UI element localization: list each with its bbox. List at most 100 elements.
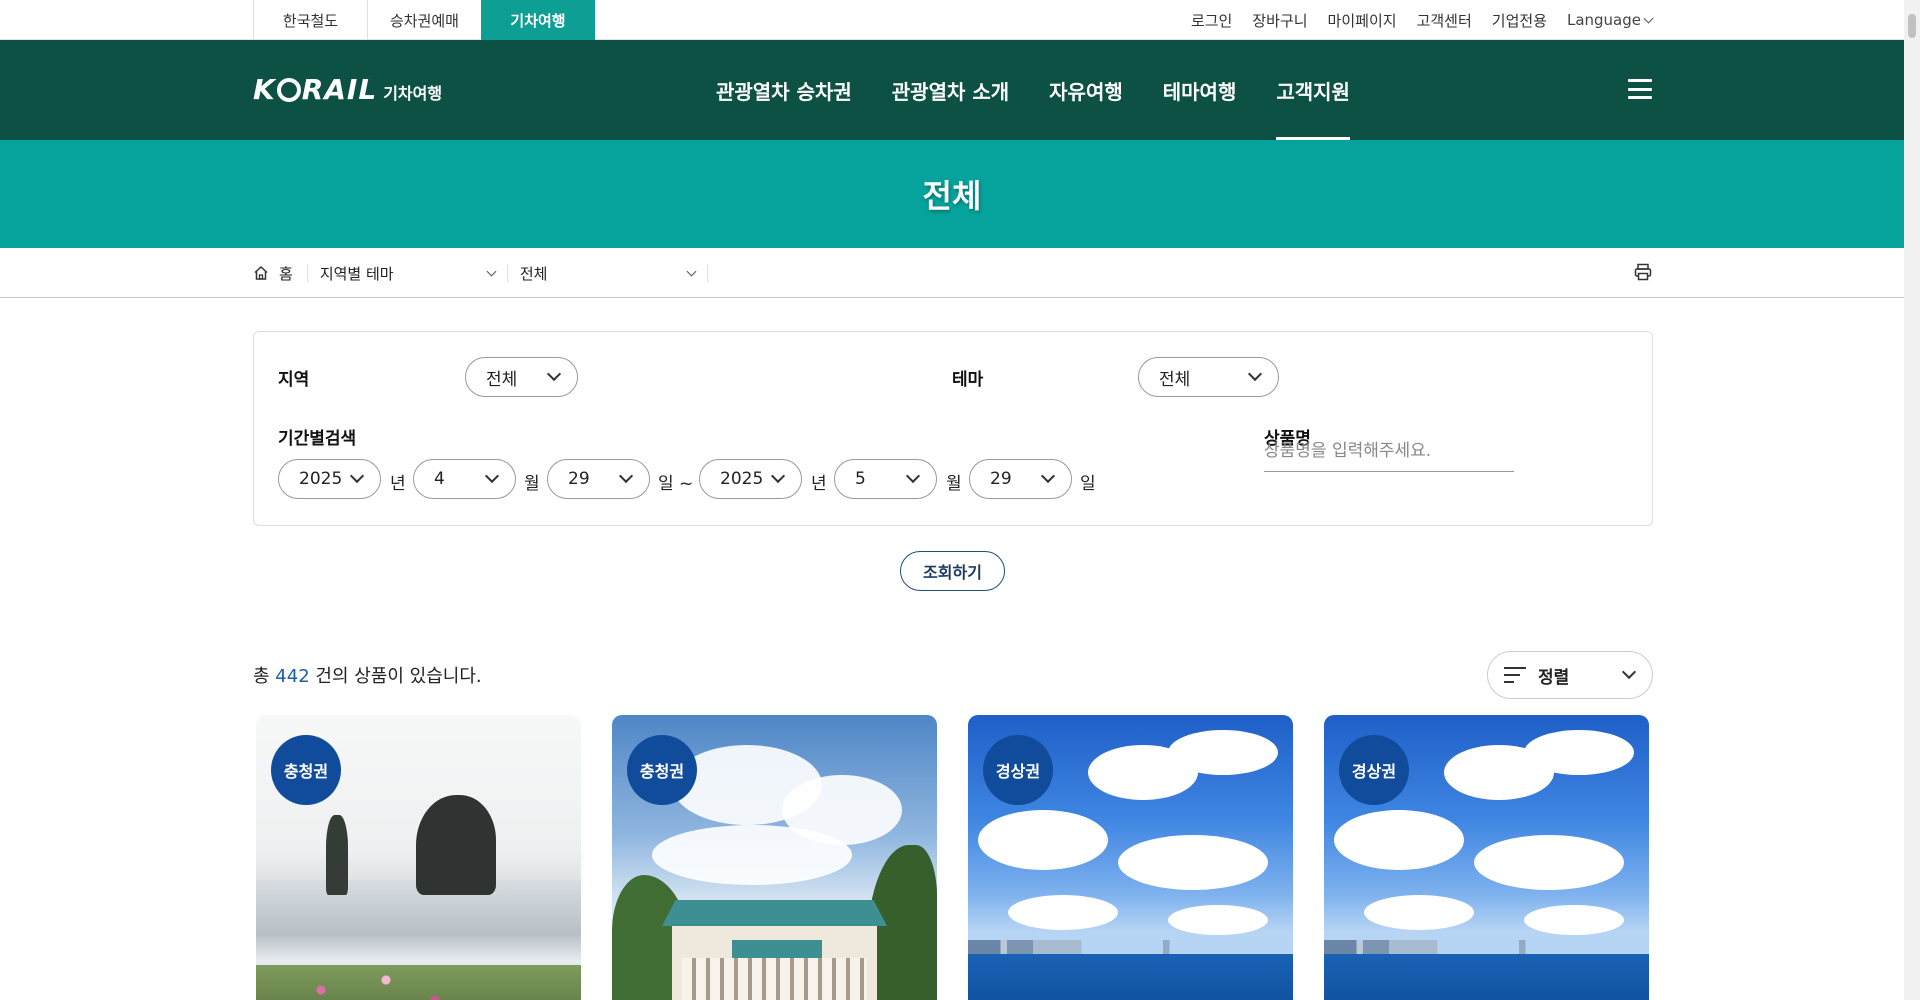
logo-wordmark: K RAIL — [253, 73, 378, 106]
chevron-down-icon — [905, 468, 921, 484]
end-day-value: 29 — [990, 469, 1012, 489]
unit-month: 월 — [946, 474, 962, 494]
page-title-band: 전체 — [0, 140, 1904, 248]
card-image-skyline — [1324, 940, 1649, 954]
main-header: K RAIL 기차여행 관광열차 승차권 관광열차 소개 자유여행 테마여행 고객… — [0, 40, 1904, 140]
card-image-cloud — [652, 825, 852, 885]
tab-korail[interactable]: 한국철도 — [253, 0, 367, 40]
card-image-roof — [662, 900, 887, 926]
chevron-down-icon — [1040, 468, 1056, 484]
home-icon — [254, 265, 268, 280]
breadcrumb-level2-select[interactable]: 전체 — [508, 264, 708, 283]
hamburger-menu-icon[interactable] — [1628, 79, 1652, 99]
breadcrumb-home-label: 홈 — [279, 264, 293, 283]
region-badge: 충청권 — [271, 735, 341, 805]
start-day-value: 29 — [568, 469, 590, 489]
nav-theme-travel[interactable]: 테마여행 — [1163, 40, 1237, 140]
start-year-value: 2025 — [299, 469, 343, 489]
utility-bar: 한국철도 승차권예매 기차여행 로그인 장바구니 마이페이지 고객센터 기업전용… — [0, 0, 1904, 40]
chevron-down-icon — [618, 468, 634, 484]
chevron-down-icon — [686, 266, 697, 277]
breadcrumb-home[interactable]: 홈 — [253, 264, 308, 283]
card-image-cloud — [1008, 895, 1118, 930]
nav-customer-support[interactable]: 고객지원 — [1276, 40, 1350, 140]
site-tabs: 한국철도 승차권예매 기차여행 — [253, 0, 595, 40]
chevron-down-icon — [1621, 664, 1637, 680]
cart-link[interactable]: 장바구니 — [1252, 10, 1307, 31]
result-count-prefix: 총 — [253, 666, 270, 687]
region-badge: 경상권 — [983, 735, 1053, 805]
scrollbar[interactable] — [1904, 0, 1920, 1000]
product-card[interactable]: 경상권 — [968, 715, 1293, 1000]
unit-year: 년 — [811, 474, 827, 494]
region-select[interactable]: 전체 — [465, 357, 578, 397]
card-image-cloud — [1524, 730, 1634, 775]
korail-logo[interactable]: K RAIL 기차여행 — [253, 73, 442, 106]
start-month-select[interactable]: 4 — [413, 459, 516, 499]
language-select[interactable]: Language — [1566, 11, 1654, 29]
login-link[interactable]: 로그인 — [1191, 10, 1232, 31]
nav-tour-train-ticket[interactable]: 관광열차 승차권 — [716, 40, 852, 140]
breadcrumb-level1-label: 지역별 테마 — [319, 264, 394, 283]
utility-links: 로그인 장바구니 마이페이지 고객센터 기업전용 Language — [1191, 0, 1654, 40]
print-icon[interactable] — [1634, 263, 1652, 281]
result-count-suffix: 건의 상품이 있습니다. — [315, 666, 482, 687]
mypage-link[interactable]: 마이페이지 — [1328, 10, 1397, 31]
card-image-sea — [968, 954, 1293, 1000]
search-submit-button[interactable]: 조회하기 — [900, 551, 1005, 591]
page-title: 전체 — [922, 177, 982, 215]
global-nav: 관광열차 승차권 관광열차 소개 자유여행 테마여행 고객지원 — [716, 40, 1350, 140]
theme-label: 테마 — [952, 370, 984, 390]
theme-select[interactable]: 전체 — [1138, 357, 1279, 397]
card-image-cloud — [1168, 730, 1278, 775]
result-count: 총 442 건의 상품이 있습니다. — [253, 662, 482, 688]
tab-ticketing[interactable]: 승차권예매 — [367, 0, 481, 40]
start-year-select[interactable]: 2025 — [278, 459, 381, 499]
chevron-down-icon — [546, 366, 562, 382]
card-image-roof — [732, 940, 822, 958]
unit-year: 년 — [390, 474, 406, 494]
card-image-cloud — [1474, 835, 1624, 890]
sort-select[interactable]: 정렬 — [1487, 651, 1653, 699]
card-image-cloud — [1168, 905, 1268, 935]
language-label: Language — [1566, 11, 1641, 29]
region-select-value: 전체 — [486, 369, 518, 390]
customer-center-link[interactable]: 고객센터 — [1417, 10, 1472, 31]
nav-tour-train-intro[interactable]: 관광열차 소개 — [892, 40, 1009, 140]
chevron-down-icon — [770, 468, 786, 484]
start-month-value: 4 — [434, 469, 445, 489]
breadcrumb-level1-select[interactable]: 지역별 테마 — [308, 264, 508, 283]
region-badge: 충청권 — [627, 735, 697, 805]
product-list: 충청권 충청권 경상권 경상권 — [256, 715, 1650, 1000]
card-image-cloud — [978, 810, 1108, 870]
start-day-select[interactable]: 29 — [547, 459, 650, 499]
chevron-down-icon — [486, 266, 497, 277]
tab-train-travel[interactable]: 기차여행 — [481, 0, 595, 40]
search-panel: 지역 전체 테마 전체 기간별검색 2025 년 4 월 29 일 ~ 2025… — [253, 331, 1653, 526]
card-image-cloud — [1334, 810, 1464, 870]
chevron-down-icon — [349, 468, 365, 484]
corporate-link[interactable]: 기업전용 — [1492, 10, 1547, 31]
nav-free-travel[interactable]: 자유여행 — [1049, 40, 1123, 140]
product-card[interactable]: 경상권 — [1324, 715, 1649, 1000]
product-card[interactable]: 충청권 — [256, 715, 581, 1000]
end-day-select[interactable]: 29 — [969, 459, 1072, 499]
card-image-flowers — [256, 965, 581, 1000]
product-name-input[interactable] — [1264, 436, 1514, 472]
product-card[interactable]: 충청권 — [612, 715, 937, 1000]
card-image-cloud — [1118, 835, 1268, 890]
end-month-select[interactable]: 5 — [834, 459, 937, 499]
scrollbar-thumb[interactable] — [1908, 14, 1916, 38]
sort-icon — [1504, 667, 1526, 683]
unit-day-range: 일 ~ — [658, 474, 694, 494]
chevron-down-icon — [1247, 366, 1263, 382]
chevron-down-icon — [1643, 13, 1654, 23]
breadcrumb: 홈 지역별 테마 전체 — [0, 248, 1904, 298]
end-year-select[interactable]: 2025 — [699, 459, 802, 499]
logo-o-mark — [276, 78, 301, 102]
unit-month: 월 — [524, 474, 540, 494]
chevron-down-icon — [484, 468, 500, 484]
theme-select-value: 전체 — [1159, 369, 1191, 390]
period-label: 기간별검색 — [278, 429, 357, 449]
card-image-rock — [326, 815, 348, 895]
